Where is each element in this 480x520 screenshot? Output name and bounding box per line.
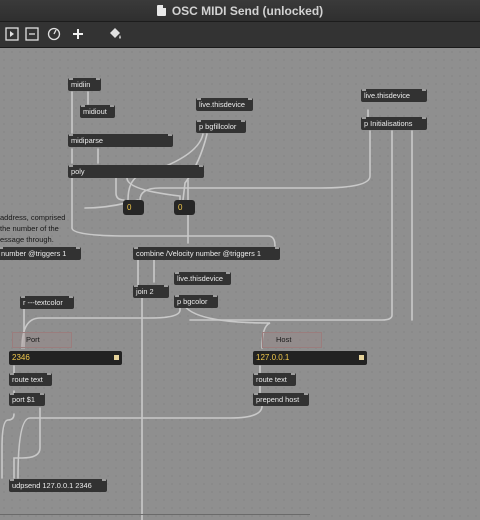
live-thisdevice-object[interactable]: live.thisdevice [174, 272, 231, 285]
host-value: 127.0.0.1 [256, 353, 290, 362]
toolbar [0, 22, 480, 48]
document-icon [156, 5, 166, 16]
window-title: OSC MIDI Send (unlocked) [171, 3, 324, 18]
resize-handle-icon[interactable] [359, 355, 364, 360]
r-textcolor-object[interactable]: r ---textcolor [20, 296, 74, 309]
midiout-object[interactable]: midiout [80, 105, 115, 118]
combine-object[interactable]: combine /Velocity number @triggers 1 [133, 247, 280, 260]
port-label: Port [12, 332, 72, 348]
udpsend-object[interactable]: udpsend 127.0.0.1 2346 [9, 479, 107, 492]
port-textedit[interactable]: 2346 [9, 351, 122, 365]
presentation-icon[interactable] [4, 26, 20, 42]
route-text-object[interactable]: route text [253, 373, 296, 386]
poly-object[interactable]: poly [68, 165, 204, 178]
resize-handle-icon[interactable] [114, 355, 119, 360]
join-object[interactable]: join 2 [133, 285, 169, 298]
canvas-bottom-edge [0, 514, 310, 519]
description-comment-line-3: essage through. [0, 235, 54, 244]
port-message[interactable]: port $1 [9, 393, 45, 406]
prepend-host-object[interactable]: prepend host [253, 393, 309, 406]
patcher-canvas[interactable]: midiin midiout midiparse poly live.thisd… [0, 48, 480, 520]
add-icon[interactable] [70, 26, 86, 42]
midiparse-object[interactable]: midiparse [68, 134, 173, 147]
port-value: 2346 [12, 353, 30, 362]
minimize-icon[interactable] [24, 26, 40, 42]
p-bgcolor-object[interactable]: p bgcolor [174, 295, 218, 308]
p-bgfillcolor-object[interactable]: p bgfillcolor [196, 120, 246, 133]
live-thisdevice-object[interactable]: live.thisdevice [196, 98, 253, 111]
paint-bucket-icon[interactable] [107, 26, 123, 42]
midiin-object[interactable]: midiin [68, 78, 101, 91]
live-thisdevice-object[interactable]: live.thisdevice [361, 89, 427, 102]
title-bar: OSC MIDI Send (unlocked) [0, 0, 480, 22]
host-textedit[interactable]: 127.0.0.1 [253, 351, 367, 365]
number-triggers-object[interactable]: number @triggers 1 [0, 247, 81, 260]
p-initialisations-object[interactable]: p Initialisations [361, 117, 427, 130]
number-box-left[interactable]: 0 [123, 200, 144, 215]
number-box-right[interactable]: 0 [174, 200, 195, 215]
dial-icon[interactable] [46, 26, 62, 42]
description-comment-line-1: address, comprised [0, 213, 66, 222]
description-comment-line-2: the number of the [0, 224, 59, 233]
host-label: Host [262, 332, 322, 348]
route-text-object[interactable]: route text [9, 373, 52, 386]
